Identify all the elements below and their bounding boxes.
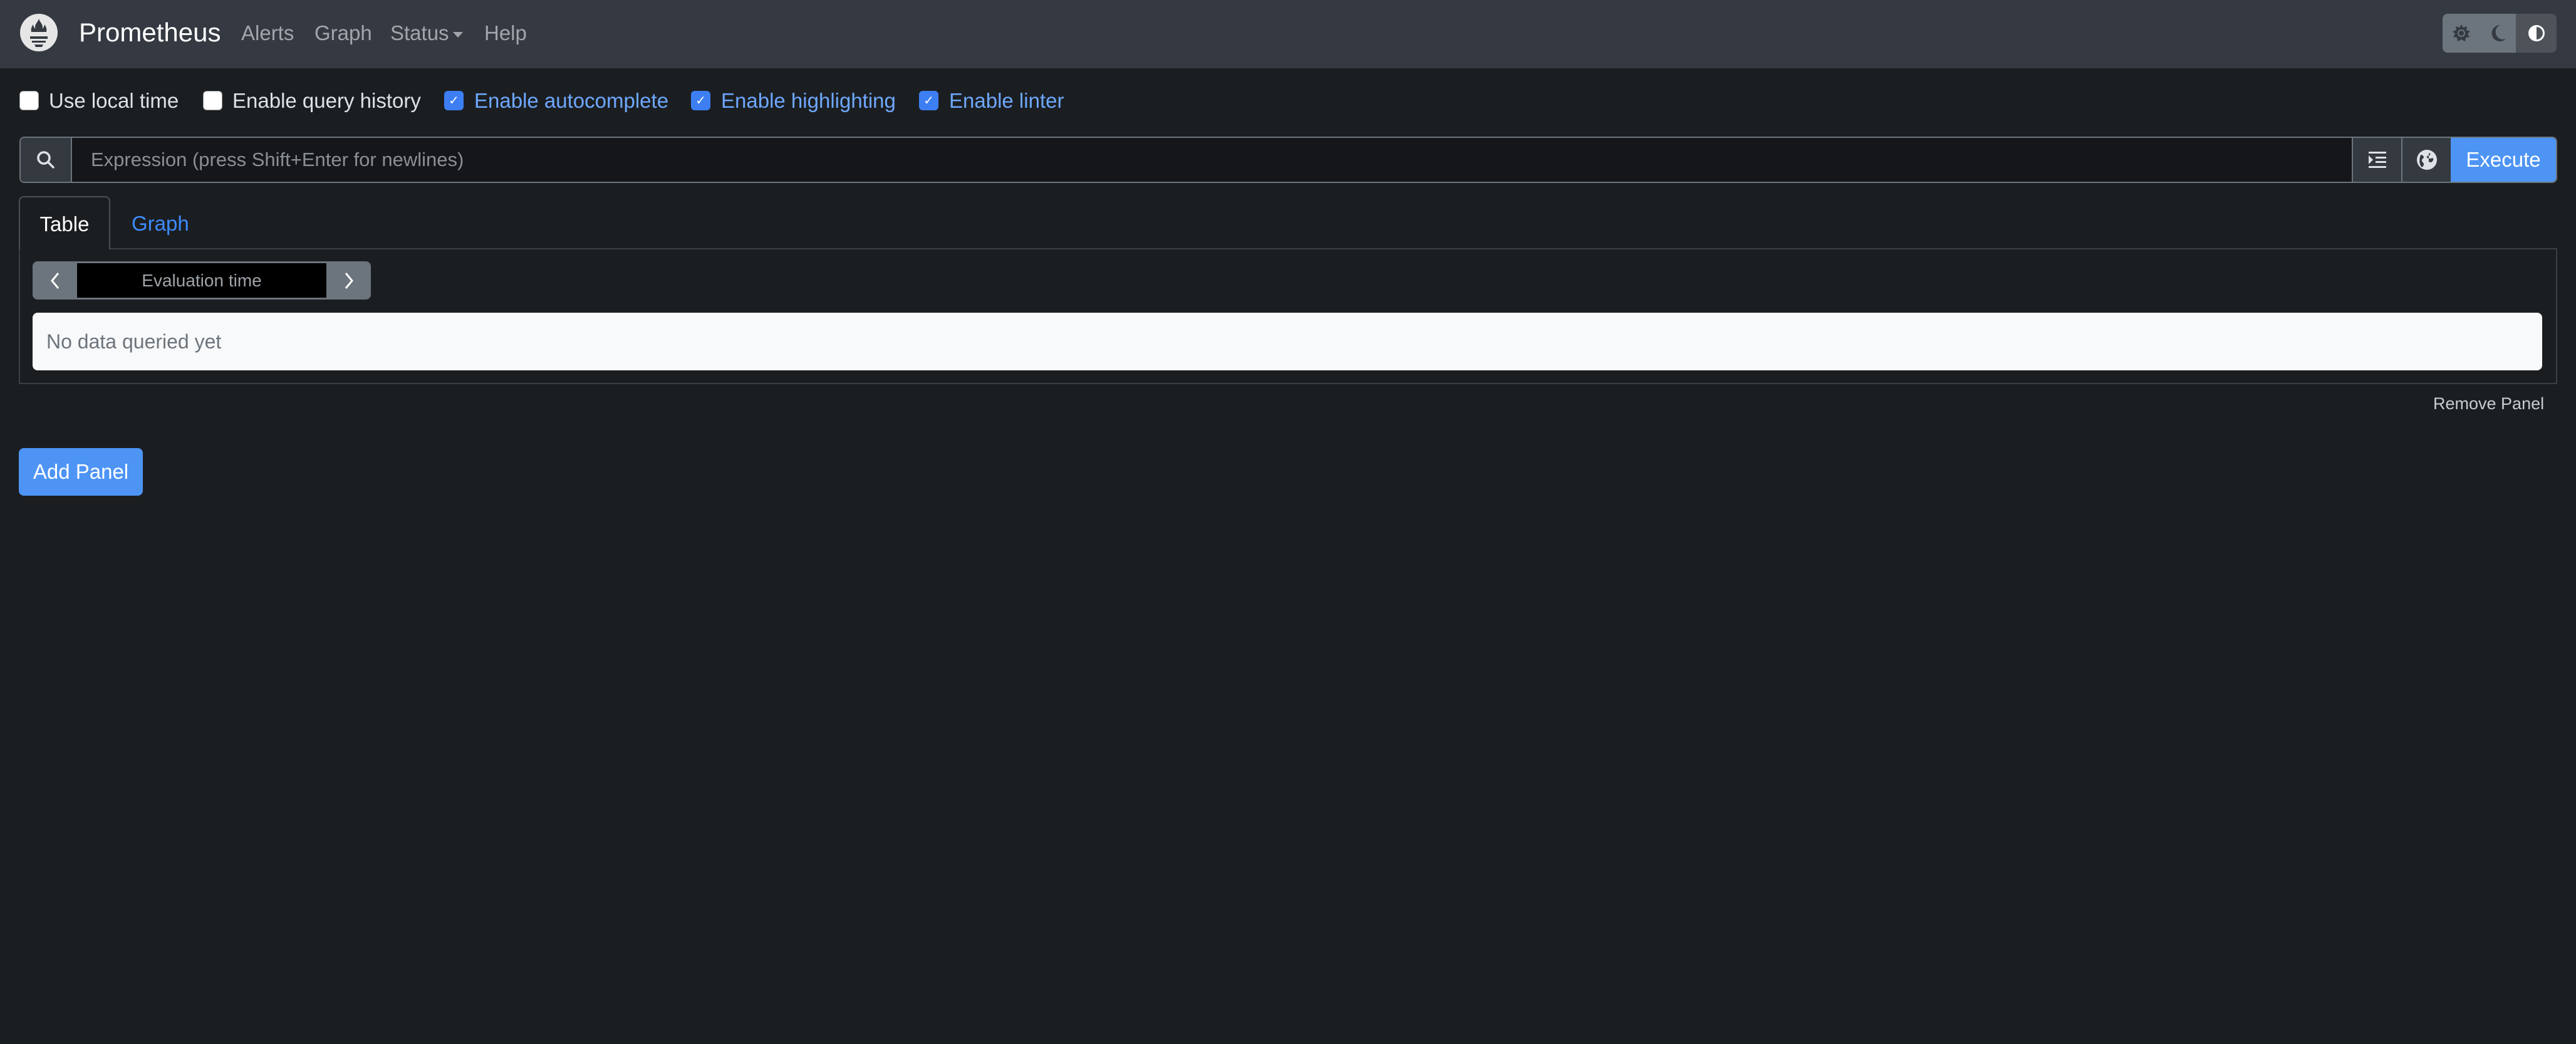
tab-graph[interactable]: Graph <box>132 212 189 236</box>
execute-button[interactable]: Execute <box>2451 138 2556 182</box>
query-history-checkbox[interactable] <box>203 91 222 110</box>
nav-graph[interactable]: Graph <box>314 21 372 45</box>
indent-icon <box>2368 151 2387 169</box>
sun-icon <box>2452 24 2471 43</box>
highlighting-label[interactable]: Enable highlighting <box>721 89 896 113</box>
theme-auto-button[interactable] <box>2516 14 2557 53</box>
query-history-label[interactable]: Enable query history <box>232 89 421 113</box>
format-expression-button[interactable] <box>2352 138 2401 182</box>
navbar: Prometheus Alerts Graph Status Help <box>0 0 2576 68</box>
moon-icon <box>2490 24 2506 42</box>
expression-input[interactable] <box>72 138 2352 182</box>
chevron-right-icon <box>344 272 354 290</box>
search-addon <box>21 138 72 182</box>
caret-down-icon <box>453 32 463 38</box>
autocomplete-checkbox[interactable]: ✓ <box>444 91 464 110</box>
next-time-button[interactable] <box>326 261 371 300</box>
theme-dark-button[interactable] <box>2480 14 2516 53</box>
prev-time-button[interactable] <box>33 261 77 300</box>
contrast-icon <box>2527 24 2546 43</box>
theme-toggle <box>2443 14 2557 53</box>
metrics-explorer-button[interactable] <box>2401 138 2451 182</box>
use-local-time-checkbox[interactable] <box>19 91 39 110</box>
add-panel-button[interactable]: Add Panel <box>19 448 143 496</box>
evaluation-time-input[interactable]: Evaluation time <box>77 263 326 298</box>
globe-icon <box>2416 149 2438 170</box>
evaluation-time-group: Evaluation time <box>33 261 371 300</box>
linter-checkbox[interactable]: ✓ <box>919 91 938 110</box>
query-bar: Execute <box>19 137 2557 183</box>
nav-alerts[interactable]: Alerts <box>241 21 294 45</box>
theme-light-button[interactable] <box>2443 14 2480 53</box>
nav-help[interactable]: Help <box>484 21 527 45</box>
no-data-alert: No data queried yet <box>33 313 2542 370</box>
nav-status-label: Status <box>390 21 449 44</box>
chevron-left-icon <box>50 272 60 290</box>
remove-panel-link[interactable]: Remove Panel <box>2433 394 2544 414</box>
search-icon <box>36 150 55 169</box>
use-local-time-label[interactable]: Use local time <box>49 89 179 113</box>
tab-table[interactable]: Table <box>19 196 110 249</box>
nav-status-dropdown[interactable]: Status <box>390 21 463 45</box>
highlighting-checkbox[interactable]: ✓ <box>691 91 710 110</box>
prometheus-logo-icon[interactable] <box>20 14 58 51</box>
linter-label[interactable]: Enable linter <box>949 89 1064 113</box>
autocomplete-label[interactable]: Enable autocomplete <box>474 89 668 113</box>
brand-title[interactable]: Prometheus <box>79 18 221 48</box>
